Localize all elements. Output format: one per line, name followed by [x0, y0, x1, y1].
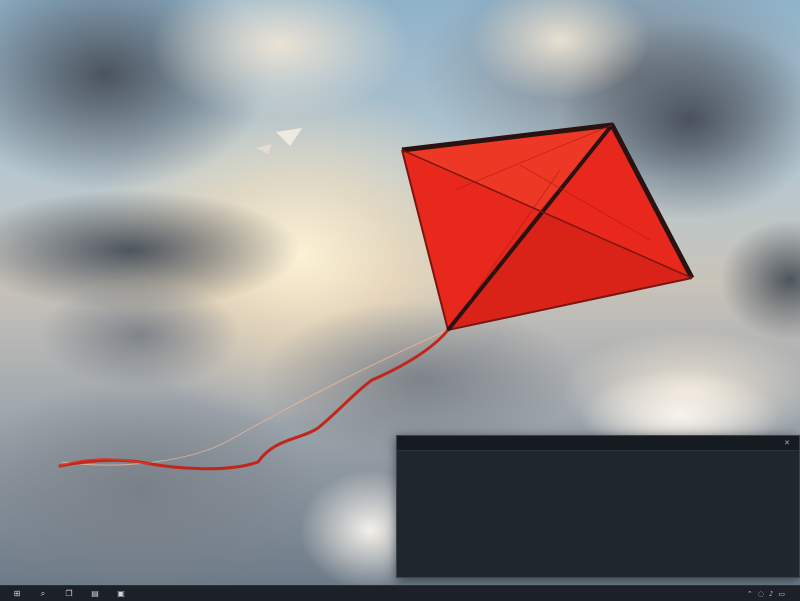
network-icon[interactable]: ◌	[758, 590, 764, 598]
terminal-output[interactable]	[397, 451, 799, 575]
taskbar: ⊞ ⌕ ❐ ▤ ▣ ⌃ ◌ ♪ ▭	[0, 585, 800, 601]
terminal-icon[interactable]: ▣	[108, 586, 134, 601]
task-view-icon[interactable]: ❐	[56, 586, 82, 601]
red-kite	[401, 122, 695, 332]
close-icon[interactable]: ✕	[781, 439, 793, 447]
search-icon[interactable]: ⌕	[30, 586, 56, 601]
chevron-up-icon[interactable]: ⌃	[747, 590, 753, 598]
volume-icon[interactable]: ♪	[769, 590, 773, 598]
system-tray: ⌃ ◌ ♪ ▭	[747, 590, 800, 598]
battery-icon[interactable]: ▭	[778, 590, 785, 598]
terminal-titlebar[interactable]: ✕	[397, 436, 799, 451]
terminal-window[interactable]: ✕	[396, 435, 800, 578]
taskbar-apps: ⊞ ⌕ ❐ ▤ ▣	[0, 586, 134, 601]
start-button[interactable]: ⊞	[4, 586, 30, 601]
distant-kite	[256, 128, 302, 154]
file-explorer-icon[interactable]: ▤	[82, 586, 108, 601]
